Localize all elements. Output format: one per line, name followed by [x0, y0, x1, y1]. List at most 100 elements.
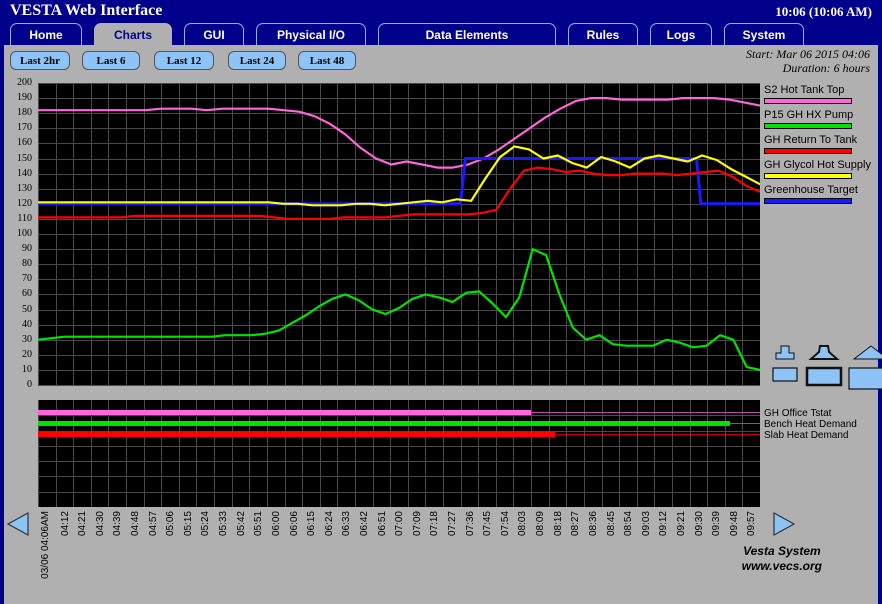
- digital-bar-gh-office-tstat: [38, 410, 531, 415]
- range-button-label: Last 48: [309, 54, 345, 67]
- range-button-last-24[interactable]: Last 24: [228, 51, 286, 70]
- left-triangle-icon: [6, 511, 29, 537]
- legend-item[interactable]: Bench Heat Demand: [764, 419, 879, 430]
- range-button-last-2hr[interactable]: Last 2hr: [10, 51, 70, 70]
- tab-system[interactable]: System: [724, 23, 804, 45]
- tab-rules[interactable]: Rules: [568, 23, 638, 45]
- trace-gh-return-to-tank: [38, 166, 760, 220]
- main-trend-chart[interactable]: [38, 83, 760, 386]
- tab-data-elements[interactable]: Data Elements: [378, 23, 556, 45]
- tab-charts[interactable]: Charts: [94, 23, 172, 45]
- grid-line-vertical: [707, 400, 708, 507]
- legend-color-swatch: [764, 148, 852, 154]
- legend-color-swatch: [764, 198, 852, 204]
- y-axis-tick-label: 140: [17, 167, 32, 179]
- next-page-arrow[interactable]: [770, 510, 796, 543]
- x-axis-tick-label: 08:03: [517, 511, 528, 537]
- grid-line-vertical: [602, 400, 603, 507]
- y-axis-tick-label: 10: [22, 363, 32, 375]
- tab-label: GUI: [203, 27, 225, 42]
- grid-line-vertical: [619, 400, 620, 507]
- tab-label: Rules: [586, 27, 620, 42]
- x-axis-tick-label: 07:00: [394, 511, 405, 537]
- x-axis-tick-label: 06:15: [306, 511, 317, 537]
- zoom-icon-cluster: [762, 344, 882, 395]
- tab-physical-i-o[interactable]: Physical I/O: [256, 23, 366, 45]
- zoom-small-icon[interactable]: [770, 344, 800, 395]
- y-axis-tick-label: 130: [17, 182, 32, 194]
- y-axis-tick-label: 90: [22, 243, 32, 255]
- grid-line-vertical: [214, 400, 215, 507]
- zoom-medium-icon[interactable]: [804, 344, 844, 395]
- grid-line-vertical: [161, 400, 162, 507]
- footer-branding: Vesta System www.vecs.org: [742, 544, 822, 574]
- legend-item[interactable]: GH Glycol Hot Supply: [764, 159, 876, 179]
- main-chart-traces: [38, 97, 760, 371]
- grid-line-horizontal: [38, 415, 760, 416]
- x-axis-tick-label: 06:33: [341, 511, 352, 537]
- tab-home[interactable]: Home: [10, 23, 82, 45]
- grid-line-vertical: [179, 400, 180, 507]
- trace-greenhouse-target: [38, 157, 760, 206]
- grid-line-vertical: [355, 400, 356, 507]
- legend-label: P15 GH HX Pump: [764, 109, 854, 121]
- range-button-last-12[interactable]: Last 12: [154, 51, 214, 70]
- legend-item[interactable]: Slab Heat Demand: [764, 430, 879, 441]
- x-axis-tick-label: 07:36: [465, 511, 476, 537]
- grid-line-vertical: [285, 400, 286, 507]
- legend-item[interactable]: S2 Hot Tank Top: [764, 84, 876, 104]
- x-axis-tick-label: 05:42: [236, 511, 247, 537]
- legend-item[interactable]: Greenhouse Target: [764, 184, 876, 204]
- grid-line-vertical: [320, 400, 321, 507]
- x-axis-tick-label: 09:03: [641, 511, 652, 537]
- main-tab-bar: Home Charts GUI Physical I/O Data Elements Ru…: [0, 23, 882, 47]
- zoom-funnel-glyph: [808, 345, 840, 360]
- x-axis-tick-label: 08:36: [588, 511, 599, 537]
- grid-line-vertical: [496, 400, 497, 507]
- main-chart-legend: S2 Hot Tank Top P15 GH HX Pump GH Return T…: [764, 84, 876, 209]
- x-axis-start-label: 03/06 04:06AM: [40, 511, 51, 579]
- grid-line-horizontal: [38, 446, 760, 447]
- legend-item[interactable]: GH Return To Tank: [764, 134, 876, 154]
- range-button-last-48[interactable]: Last 48: [298, 51, 356, 70]
- title-bar: VESTA Web Interface 10:06 (10:06 AM): [0, 0, 882, 23]
- x-axis-tick-label: 06:51: [377, 511, 388, 537]
- y-axis-tick-label: 40: [22, 318, 32, 330]
- legend-item[interactable]: P15 GH HX Pump: [764, 109, 876, 129]
- x-axis-tick-label: 07:45: [482, 511, 493, 537]
- legend-color-swatch: [764, 98, 852, 104]
- grid-line-vertical: [584, 400, 585, 507]
- grid-line-vertical: [531, 400, 532, 507]
- grid-line-vertical: [267, 400, 268, 507]
- tab-logs[interactable]: Logs: [650, 23, 712, 45]
- x-axis-tick-label: 04:21: [77, 511, 88, 537]
- previous-page-arrow[interactable]: [6, 510, 32, 543]
- grid-line-vertical: [425, 400, 426, 507]
- zoom-window-glyph: [772, 367, 798, 382]
- digital-state-chart[interactable]: [38, 400, 760, 507]
- y-axis-tick-label: 0: [27, 379, 32, 390]
- zoom-window-glyph: [805, 366, 843, 387]
- x-axis-tick-label: 09:30: [694, 511, 705, 537]
- page-title: VESTA Web Interface: [10, 2, 163, 19]
- grid-line-vertical: [144, 400, 145, 507]
- legend-item[interactable]: GH Office Tstat: [764, 408, 879, 419]
- range-info: Start: Mar 06 2015 04:06 Duration: 6 hou…: [746, 47, 870, 75]
- x-axis-tick-label: 08:54: [623, 511, 634, 537]
- zoom-large-icon[interactable]: [846, 344, 882, 395]
- grid-line-vertical: [637, 400, 638, 507]
- grid-line-vertical: [56, 400, 57, 507]
- x-axis-tick-label: 09:12: [658, 511, 669, 537]
- x-axis-tick-label: 04:12: [60, 511, 71, 537]
- range-button-last-6[interactable]: Last 6: [82, 51, 140, 70]
- grid-line-horizontal: [38, 476, 760, 477]
- y-axis-tick-label: 110: [17, 212, 32, 224]
- legend-color-swatch: [764, 123, 852, 129]
- tab-gui[interactable]: GUI: [184, 23, 244, 45]
- trace-gh-glycol-hot-supply: [38, 145, 760, 207]
- x-axis-tick-label: 07:09: [412, 511, 423, 537]
- y-axis-tick-label: 170: [17, 122, 32, 134]
- x-axis-tick-label: 08:18: [553, 511, 564, 537]
- grid-line-vertical: [91, 400, 92, 507]
- x-axis-tick-label: 04:48: [130, 511, 141, 537]
